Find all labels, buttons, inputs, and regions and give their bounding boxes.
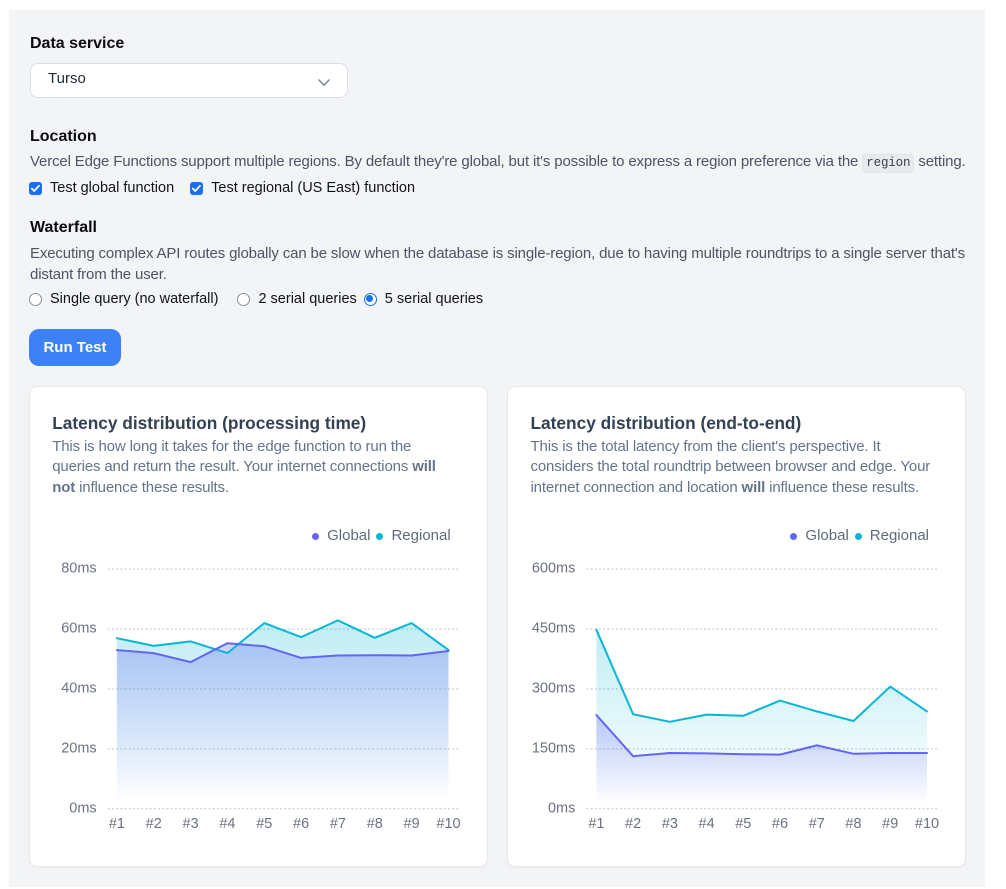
svg-text:#4: #4 bbox=[699, 816, 715, 832]
svg-text:#10: #10 bbox=[436, 816, 460, 832]
svg-text:150ms: 150ms bbox=[532, 740, 576, 756]
svg-text:450ms: 450ms bbox=[532, 621, 576, 637]
svg-text:600ms: 600ms bbox=[532, 561, 576, 577]
svg-text:#5: #5 bbox=[735, 816, 751, 832]
svg-text:#5: #5 bbox=[256, 816, 272, 832]
svg-text:0ms: 0ms bbox=[548, 800, 575, 816]
svg-text:80ms: 80ms bbox=[61, 561, 96, 577]
svg-text:#10: #10 bbox=[915, 816, 939, 832]
svg-text:#7: #7 bbox=[809, 816, 825, 832]
svg-text:60ms: 60ms bbox=[61, 621, 96, 637]
svg-text:#9: #9 bbox=[403, 816, 419, 832]
svg-text:#6: #6 bbox=[772, 816, 788, 832]
svg-text:#6: #6 bbox=[293, 816, 309, 832]
svg-text:#2: #2 bbox=[625, 816, 641, 832]
svg-text:#4: #4 bbox=[219, 816, 235, 832]
svg-text:#3: #3 bbox=[182, 816, 198, 832]
svg-text:#2: #2 bbox=[145, 816, 161, 832]
svg-text:#1: #1 bbox=[588, 816, 604, 832]
svg-text:0ms: 0ms bbox=[69, 800, 96, 816]
svg-text:20ms: 20ms bbox=[61, 740, 96, 756]
svg-text:300ms: 300ms bbox=[532, 681, 576, 697]
svg-text:40ms: 40ms bbox=[61, 681, 96, 697]
svg-text:#9: #9 bbox=[882, 816, 898, 832]
svg-text:#3: #3 bbox=[662, 816, 678, 832]
svg-text:#8: #8 bbox=[366, 816, 382, 832]
svg-text:#1: #1 bbox=[109, 816, 125, 832]
svg-text:#7: #7 bbox=[330, 816, 346, 832]
svg-text:#8: #8 bbox=[845, 816, 861, 832]
